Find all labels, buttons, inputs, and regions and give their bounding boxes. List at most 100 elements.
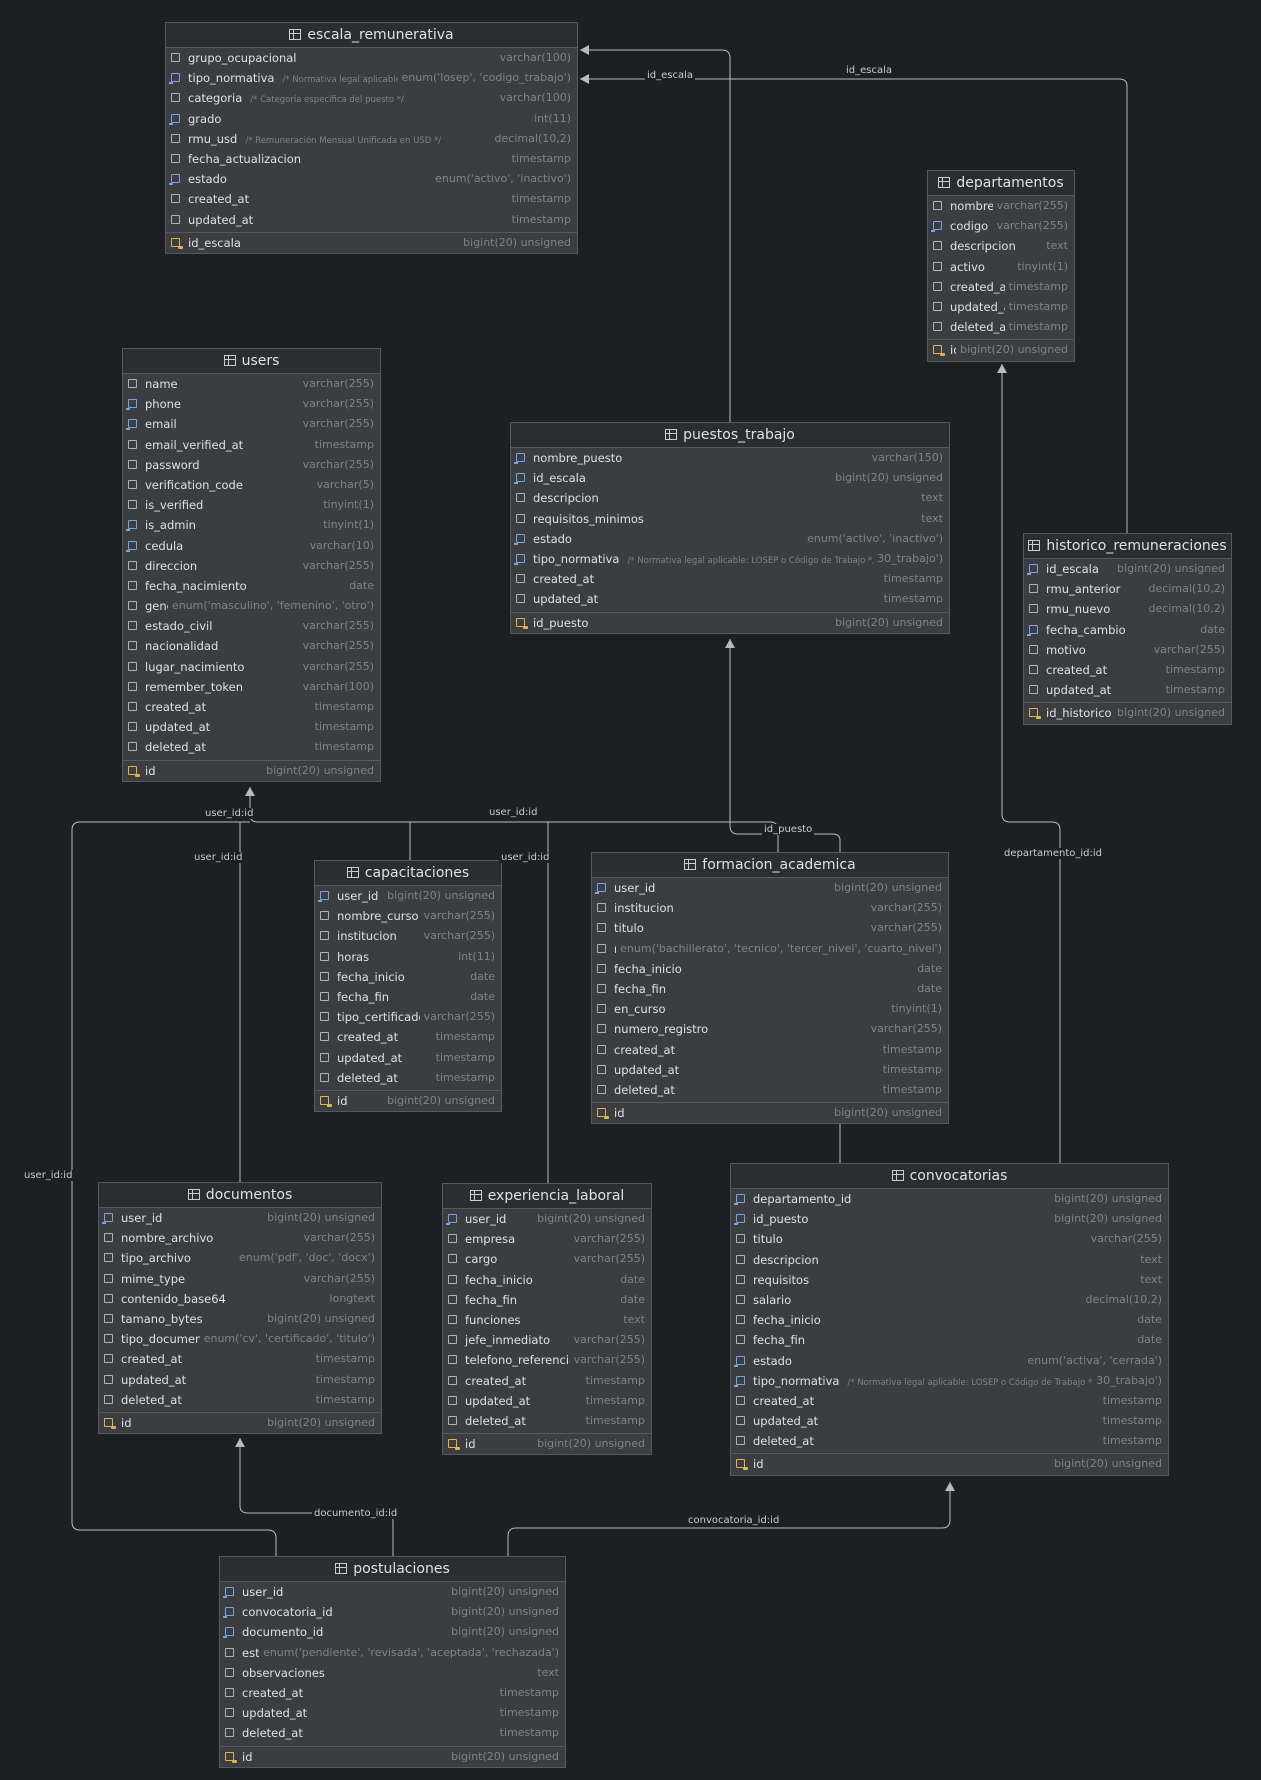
table-formacion_academica[interactable]: formacion_academica user_id bigint(20) uns… — [591, 852, 949, 1125]
column-row[interactable]: deleted_at timestamp — [99, 1389, 381, 1410]
column-row[interactable]: id_escala bigint(20) unsigned — [1024, 559, 1231, 579]
column-row[interactable]: rmu_usd /* Remuneración Mensual Unificada… — [166, 128, 577, 149]
column-row[interactable]: convocatoria_id bigint(20) unsigned — [220, 1602, 565, 1623]
column-row[interactable]: created_at timestamp — [166, 189, 577, 210]
column-row[interactable]: created_at timestamp — [928, 276, 1074, 297]
column-row[interactable]: fecha_actualizacion timestamp — [166, 148, 577, 169]
column-row[interactable]: updated_at timestamp — [928, 296, 1074, 317]
column-row[interactable]: tipo_normativa /* Normativa legal aplicab… — [731, 1370, 1168, 1391]
table-experiencia_laboral[interactable]: experiencia_laboral user_id bigint(20) uns… — [442, 1183, 652, 1456]
column-row[interactable]: deleted_at timestamp — [315, 1067, 501, 1088]
table-header[interactable]: users — [123, 349, 380, 374]
column-row[interactable]: rmu_nuevo decimal(10,2) — [1024, 599, 1231, 620]
column-row[interactable]: user_id bigint(20) unsigned — [443, 1209, 651, 1229]
column-row[interactable]: nombre_archivo varchar(255) — [99, 1228, 381, 1249]
column-row[interactable]: requisitos text — [731, 1269, 1168, 1290]
column-row[interactable]: empresa varchar(255) — [443, 1229, 651, 1250]
table-puestos_trabajo[interactable]: puestos_trabajo nombre_puesto varchar(150)… — [510, 422, 950, 634]
column-row[interactable]: categoria /* Categoría específica del pue… — [166, 88, 577, 109]
column-row[interactable]: tipo_certificado varchar(255) — [315, 1007, 501, 1028]
column-row[interactable]: telefono_referencia varchar(255) — [443, 1350, 651, 1371]
column-row[interactable]: tipo_documento enum('cv', 'certificado', … — [99, 1329, 381, 1350]
column-row[interactable]: created_at timestamp — [731, 1390, 1168, 1411]
column-row[interactable]: user_id bigint(20) unsigned — [99, 1208, 381, 1228]
column-row[interactable]: fecha_fin date — [315, 986, 501, 1007]
column-row[interactable]: estado enum('activo', 'inactivo') — [166, 169, 577, 190]
column-row[interactable]: is_verified tinyint(1) — [123, 495, 380, 516]
table-convocatorias[interactable]: convocatorias departamento_id bigint(20) u… — [730, 1163, 1169, 1476]
column-row[interactable]: user_id bigint(20) unsigned — [592, 878, 948, 898]
table-header[interactable]: formacion_academica — [592, 853, 948, 878]
primary-key-row[interactable]: idbigint(20) unsigned — [731, 1453, 1168, 1475]
table-departamentos[interactable]: departamentos nombre varchar(255) codigo var… — [927, 170, 1075, 362]
column-row[interactable]: tipo_normativa /* Normativa legal aplicab… — [511, 548, 949, 569]
table-header[interactable]: puestos_trabajo — [511, 423, 949, 448]
column-row[interactable]: contenido_base64 longtext — [99, 1288, 381, 1309]
primary-key-row[interactable]: idbigint(20) unsigned — [592, 1102, 948, 1124]
column-row[interactable]: descripcion text — [731, 1249, 1168, 1270]
column-row[interactable]: deleted_at timestamp — [220, 1723, 565, 1744]
column-row[interactable]: requisitos_minimos text — [511, 508, 949, 529]
column-row[interactable]: tamano_bytes bigint(20) unsigned — [99, 1308, 381, 1329]
table-header[interactable]: capacitaciones — [315, 861, 501, 886]
column-row[interactable]: estadoenum('pendiente', 'revisada', 'ace… — [220, 1642, 565, 1663]
column-row[interactable]: created_at timestamp — [315, 1027, 501, 1048]
column-row[interactable]: updated_at timestamp — [315, 1047, 501, 1068]
column-row[interactable]: direccion varchar(255) — [123, 555, 380, 576]
column-row[interactable]: fecha_fin date — [443, 1289, 651, 1310]
table-header[interactable]: experiencia_laboral — [443, 1184, 651, 1209]
column-row[interactable]: created_at timestamp — [511, 569, 949, 590]
table-header[interactable]: postulaciones — [220, 1557, 565, 1582]
column-row[interactable]: fecha_fin date — [731, 1330, 1168, 1351]
column-row[interactable]: deleted_at timestamp — [123, 737, 380, 758]
primary-key-row[interactable]: id_puesto bigint(20) unsigned — [511, 611, 949, 633]
column-row[interactable]: titulo varchar(255) — [731, 1229, 1168, 1250]
column-row[interactable]: created_at timestamp — [99, 1349, 381, 1370]
table-header[interactable]: historico_remuneraciones — [1024, 534, 1231, 559]
column-row[interactable]: nombre_curso varchar(255) — [315, 906, 501, 927]
column-row[interactable]: genero enum('masculino', 'femenino', 'otr… — [123, 596, 380, 617]
column-row[interactable]: created_at timestamp — [220, 1682, 565, 1703]
column-row[interactable]: user_id bigint(20) unsigned — [220, 1582, 565, 1602]
column-row[interactable]: numero_registro varchar(255) — [592, 1019, 948, 1040]
table-header[interactable]: departamentos — [928, 171, 1074, 196]
primary-key-row[interactable]: id_escala bigint(20) unsigned — [166, 231, 577, 253]
column-row[interactable]: deleted_at timestamp — [592, 1079, 948, 1100]
primary-key-row[interactable]: idbigint(20) unsigned — [220, 1745, 565, 1767]
column-row[interactable]: fecha_inicio date — [592, 958, 948, 979]
column-row[interactable]: codigo varchar(255) — [928, 216, 1074, 237]
column-row[interactable]: salario decimal(10,2) — [731, 1289, 1168, 1310]
column-row[interactable]: verification_code varchar(5) — [123, 474, 380, 495]
column-row[interactable]: fecha_inicio date — [315, 966, 501, 987]
column-row[interactable]: fecha_fin date — [592, 978, 948, 999]
column-row[interactable]: created_at timestamp — [443, 1370, 651, 1391]
column-row[interactable]: tipo_normativa /* Normativa legal aplicab… — [166, 68, 577, 89]
column-row[interactable]: name varchar(255) — [123, 374, 380, 394]
column-row[interactable]: nombre_puesto varchar(150) — [511, 448, 949, 468]
column-row[interactable]: nacionalidad varchar(255) — [123, 636, 380, 657]
column-row[interactable]: updated_at timestamp — [99, 1369, 381, 1390]
column-row[interactable]: descripcion text — [928, 236, 1074, 257]
column-row[interactable]: created_at timestamp — [1024, 659, 1231, 680]
column-row[interactable]: nivelenum('bachillerato', 'tecnico', 'te… — [592, 938, 948, 959]
column-row[interactable]: user_id bigint(20) unsigned — [315, 886, 501, 906]
column-row[interactable]: deleted_at timestamp — [731, 1431, 1168, 1452]
column-row[interactable]: mime_type varchar(255) — [99, 1268, 381, 1289]
table-header[interactable]: documentos — [99, 1183, 381, 1208]
column-row[interactable]: remember_token varchar(100) — [123, 676, 380, 697]
column-row[interactable]: deleted_at timestamp — [443, 1410, 651, 1431]
column-row[interactable]: horas int(11) — [315, 946, 501, 967]
primary-key-row[interactable]: idbigint(20) unsigned — [99, 1411, 381, 1433]
column-row[interactable]: created_at timestamp — [592, 1039, 948, 1060]
column-row[interactable]: grupo_ocupacional varchar(100) — [166, 48, 577, 68]
column-row[interactable]: email varchar(255) — [123, 414, 380, 435]
column-row[interactable]: updated_at timestamp — [443, 1390, 651, 1411]
column-row[interactable]: updated_at timestamp — [123, 717, 380, 738]
column-row[interactable]: id_escala bigint(20) unsigned — [511, 468, 949, 489]
column-row[interactable]: updated_at timestamp — [511, 589, 949, 610]
column-row[interactable]: fecha_inicio date — [443, 1269, 651, 1290]
primary-key-row[interactable]: idbigint(20) unsigned — [928, 339, 1074, 361]
table-historico_remuneraciones[interactable]: historico_remuneraciones id_escala bigint(… — [1023, 533, 1232, 725]
column-row[interactable]: motivo varchar(255) — [1024, 639, 1231, 660]
column-row[interactable]: password varchar(255) — [123, 454, 380, 475]
